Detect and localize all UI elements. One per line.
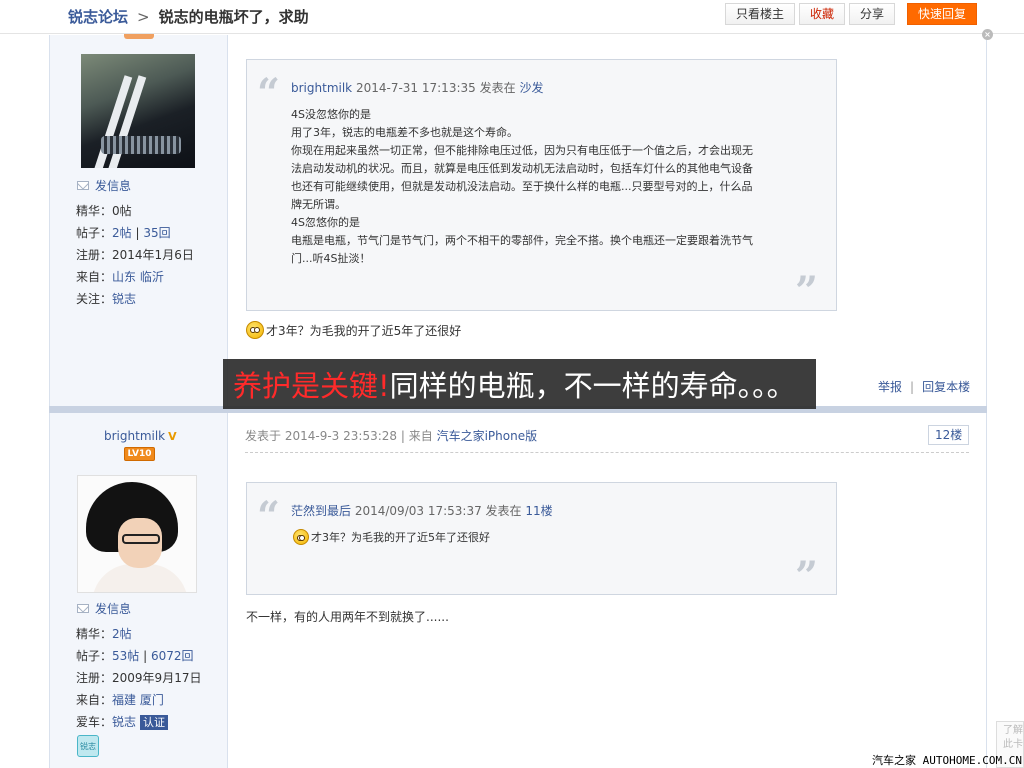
- username-label: brightmilk: [104, 429, 166, 443]
- content-border: [986, 35, 987, 768]
- author-stats: 精华：2帖 帖子：53帖 | 6072回 注册：2009年9月17日 来自：福建…: [76, 623, 201, 733]
- envelope-icon: [77, 181, 89, 190]
- send-message-label: 发信息: [95, 602, 132, 616]
- only-op-button[interactable]: 只看楼主: [724, 3, 795, 25]
- stat-posts: 帖子：2帖 | 35回: [76, 226, 171, 240]
- avatar[interactable]: [77, 475, 197, 593]
- caption-text: 同样的电瓶，不一样的寿命。。。: [389, 369, 796, 403]
- reply-content: 才3年？为毛我的开了近5年了还很好: [266, 323, 462, 338]
- quote-posted-in: 发表在: [485, 504, 522, 518]
- quote-line: 你现在用起来虽然一切正常，但不能排除电压过低，因为只有电压低于一个值之后，才会出…: [291, 144, 753, 157]
- quote-user-link[interactable]: brightmilk: [291, 81, 352, 95]
- province-link[interactable]: 山东: [112, 270, 136, 284]
- confused-emoji-icon: [293, 529, 309, 545]
- quote-header: 茫然到最后 2014/09/03 17:53:37 发表在 11楼: [291, 502, 553, 519]
- follow-car-link[interactable]: 锐志: [112, 292, 136, 306]
- thread-toolbar: 只看楼主 收藏 分享 快速回复: [724, 3, 977, 25]
- quote-posted-in: 发表在: [479, 81, 516, 95]
- quote-block: “ 茫然到最后 2014/09/03 17:53:37 发表在 11楼 才3年？…: [246, 482, 837, 600]
- stat-essence: 精华：2帖: [76, 627, 132, 641]
- quick-reply-button[interactable]: 快速回复: [906, 3, 977, 25]
- quote-line: 牌无所谓。: [291, 198, 346, 211]
- floor-number[interactable]: 12楼: [928, 425, 970, 445]
- meta-divider: [245, 452, 969, 453]
- stat-follow: 关注：锐志: [76, 292, 137, 306]
- car-club-icon[interactable]: 锐志: [77, 735, 99, 757]
- breadcrumb: 锐志论坛 > 锐志的电瓶坏了，求助: [68, 6, 309, 27]
- replies-count-link[interactable]: 6072回: [151, 649, 194, 663]
- verified-icon: V: [168, 429, 177, 443]
- breadcrumb-separator: >: [137, 7, 150, 26]
- city-link[interactable]: 厦门: [140, 693, 164, 707]
- forum-thread-page: 锐志论坛 > 锐志的电瓶坏了，求助 只看楼主 收藏 分享 快速回复 × 发信息 …: [0, 0, 1024, 768]
- reply-content: 不一样，有的人用两年不到就换了......: [246, 610, 449, 624]
- post-meta: 发表于 2014-9-3 23:53:28 | 来自 汽车之家iPhone版: [245, 429, 538, 443]
- close-icon[interactable]: ×: [982, 29, 993, 40]
- share-button[interactable]: 分享: [848, 3, 895, 25]
- stat-car: 爱车：锐志 认证: [76, 711, 201, 733]
- quote-floor-link[interactable]: 沙发: [519, 81, 543, 95]
- essence-link[interactable]: 2帖: [112, 627, 132, 641]
- send-message-link[interactable]: 发信息: [77, 600, 131, 617]
- quote-line: 法启动发动机的状况。而且，就算是电压低到发动机无法启动时，包括车灯什么的其他电气…: [291, 162, 753, 175]
- favorite-button[interactable]: 收藏: [798, 3, 845, 25]
- avatar[interactable]: [81, 54, 195, 168]
- quote-line: 电瓶是电瓶，节气门是节气门，两个不相干的零部件，完全不搭。换个电瓶还一定要跟着洗…: [291, 234, 753, 247]
- quote-close-icon: ”: [795, 553, 819, 600]
- caption-overlay: 养护是关键! 同样的电瓶，不一样的寿命。。。: [223, 359, 816, 409]
- send-message-link[interactable]: 发信息: [77, 177, 131, 194]
- car-link[interactable]: 锐志: [112, 715, 136, 729]
- quote-user-link[interactable]: 茫然到最后: [291, 504, 351, 518]
- quote-line: 4S忽悠你的是: [291, 216, 360, 229]
- province-link[interactable]: 福建: [112, 693, 136, 707]
- thread-header-bar: 锐志论坛 > 锐志的电瓶坏了，求助 只看楼主 收藏 分享 快速回复: [0, 0, 1024, 34]
- author-username[interactable]: brightmilk V: [104, 429, 177, 443]
- level-tab-marker: [124, 34, 154, 39]
- quote-body: 4S没忽悠你的是 用了3年，锐志的电瓶差不多也就是这个寿命。 你现在用起来虽然一…: [291, 106, 781, 268]
- stat-from: 来自：福建 厦门: [76, 693, 164, 707]
- author-stats: 精华：0帖 帖子：2帖 | 35回 注册：2014年1月6日 来自：山东 临沂 …: [76, 200, 194, 310]
- quote-body: 才3年？为毛我的开了近5年了还很好: [293, 529, 490, 545]
- posts-count-link[interactable]: 53帖: [112, 649, 139, 663]
- posts-count-link[interactable]: 2帖: [112, 226, 132, 240]
- quote-line: 4S没忽悠你的是: [291, 108, 371, 121]
- quote-text: 才3年？为毛我的开了近5年了还很好: [311, 531, 490, 544]
- stat-from: 来自：山东 临沂: [76, 270, 164, 284]
- post-reply-text: 才3年？为毛我的开了近5年了还很好: [246, 321, 461, 339]
- envelope-icon: [77, 604, 89, 613]
- stat-registered: 注册：2009年9月17日: [76, 671, 202, 685]
- stat-registered: 注册：2014年1月6日: [76, 248, 194, 262]
- quote-time: 2014-7-31 17:13:35: [355, 81, 476, 95]
- thread-title: 锐志的电瓶坏了，求助: [158, 8, 309, 26]
- stat-posts: 帖子：53帖 | 6072回: [76, 649, 194, 663]
- reply-floor-link[interactable]: 回复本楼: [922, 380, 970, 394]
- quote-open-icon: “: [257, 70, 281, 117]
- stat-essence: 精华：0帖: [76, 204, 132, 218]
- post-time: 2014-9-3 23:53:28: [284, 429, 398, 443]
- quote-floor-link[interactable]: 11楼: [525, 504, 552, 518]
- verified-badge: 认证: [140, 715, 169, 730]
- quote-open-icon: “: [257, 493, 281, 540]
- replies-count-link[interactable]: 35回: [143, 226, 170, 240]
- send-message-label: 发信息: [95, 179, 132, 193]
- quote-header: brightmilk 2014-7-31 17:13:35 发表在 沙发: [291, 79, 543, 96]
- quote-line: 也还有可能继续使用，但就是发动机没法启动。至于换什么样的电瓶...只要型号对的上…: [291, 180, 753, 193]
- quote-block: “ brightmilk 2014-7-31 17:13:35 发表在 沙发 4…: [246, 59, 837, 315]
- watermark: 汽车之家 AUTOHOME.COM.CN: [872, 754, 1022, 767]
- quote-time: 2014/09/03 17:53:37: [354, 504, 482, 518]
- forum-link[interactable]: 锐志论坛: [68, 6, 128, 27]
- level-badge: LV10: [124, 447, 155, 461]
- post-actions: 举报 | 回复本楼: [878, 380, 971, 394]
- quote-close-icon: ”: [795, 268, 819, 315]
- quote-line: 门...听4S扯淡！: [291, 252, 371, 265]
- post-reply-text: 不一样，有的人用两年不到就换了......: [246, 608, 449, 625]
- report-link[interactable]: 举报: [878, 380, 902, 394]
- caption-highlight: 养护是关键!: [233, 369, 390, 403]
- city-link[interactable]: 临沂: [140, 270, 164, 284]
- quote-line: 用了3年，锐志的电瓶差不多也就是这个寿命。: [291, 126, 518, 139]
- post-source-link[interactable]: 汽车之家iPhone版: [437, 429, 538, 443]
- confused-emoji-icon: [246, 321, 264, 339]
